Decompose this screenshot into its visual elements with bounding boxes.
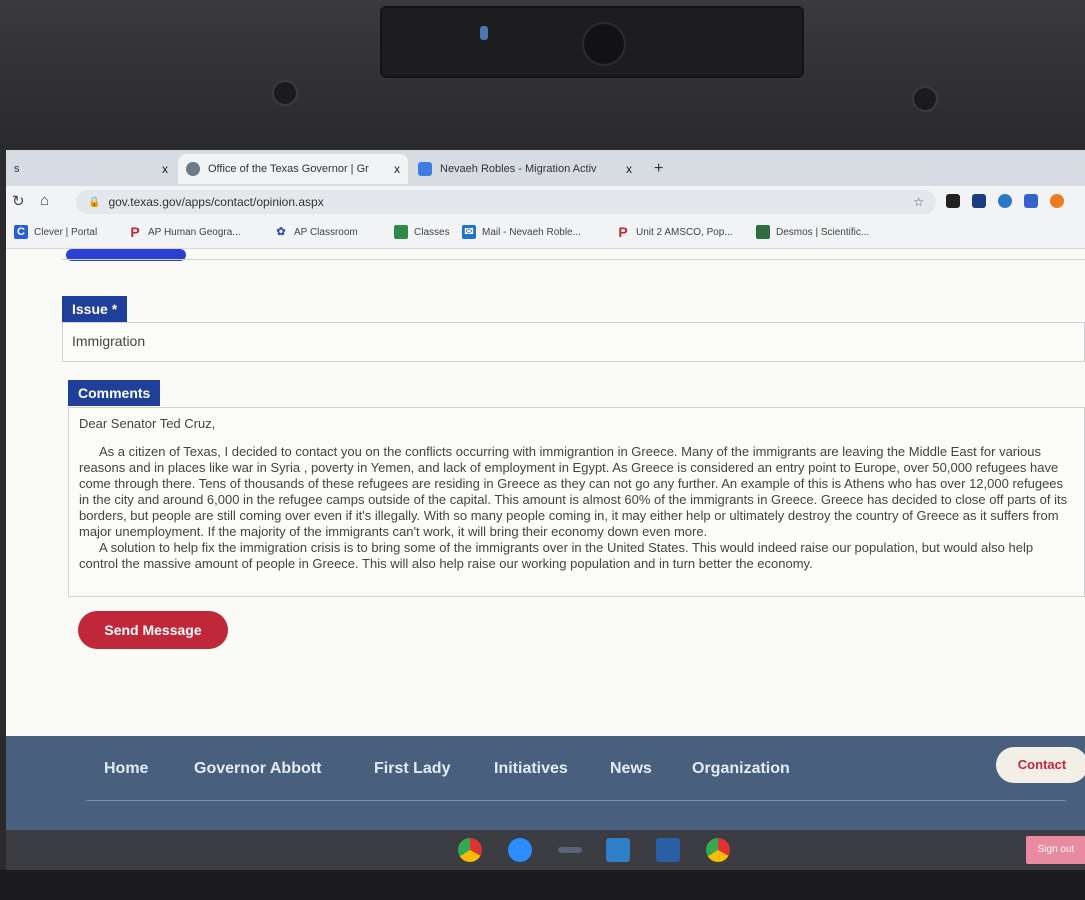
contact-button[interactable]: Contact [996,747,1085,783]
new-tab-button[interactable]: + [646,154,676,184]
globe-icon [186,162,200,176]
webcam-housing [380,6,804,78]
laptop-screen: s x Office of the Texas Governor | Gr x … [6,150,1085,830]
issue-value: Immigration [72,333,146,349]
tab-label: s [14,163,20,175]
url-text: gov.texas.gov/apps/contact/opinion.aspx [108,195,324,209]
footer-link-first-lady[interactable]: First Lady [374,760,450,778]
extension-icon[interactable] [972,194,986,208]
mail-icon: ✉ [462,225,476,239]
webcam-lens [582,22,626,66]
browser-tab-strip: s x Office of the Texas Governor | Gr x … [6,150,1085,186]
close-icon[interactable]: x [620,162,632,176]
tab-texas-governor[interactable]: Office of the Texas Governor | Gr x [178,154,408,184]
extension-icon[interactable] [946,194,960,208]
reload-icon[interactable]: ↻ [12,192,25,210]
p-icon: P [130,224,140,240]
laptop-bezel [0,0,1085,150]
bezel-screw-left [272,80,298,106]
star-icon[interactable]: ☆ [913,195,924,209]
bookmark-unit2-amsco[interactable]: P Unit 2 AMSCO, Pop... [616,224,732,240]
bookmark-mail[interactable]: ✉ Mail - Nevaeh Roble... [462,225,581,239]
ap-icon: ✿ [276,226,286,238]
home-icon[interactable]: ⌂ [40,192,49,209]
lock-icon: 🔒 [88,196,101,208]
divider [62,259,1085,260]
footer-link-initiatives[interactable]: Initiatives [494,760,568,778]
docs-icon [418,162,432,176]
extension-icon[interactable] [1050,194,1064,208]
app-icon[interactable] [656,838,680,862]
send-message-button[interactable]: Send Message [78,611,228,649]
mic-indicator [480,26,488,40]
issue-field[interactable] [62,322,1085,362]
site-footer: Home Governor Abbott First Lady Initiati… [6,736,1085,830]
clever-icon: C [14,225,28,239]
app-icon[interactable] [606,838,630,862]
sign-out-button[interactable]: Sign out [1026,836,1085,864]
os-shelf: Sign out [6,830,1085,870]
comments-label: Comments [68,380,161,406]
bookmarks-bar: C Clever | Portal P AP Human Geogra... ✿ AP… [6,218,1085,249]
footer-link-home[interactable]: Home [104,760,148,778]
minimize-icon[interactable] [558,847,582,853]
url-bar[interactable]: 🔒 gov.texas.gov/apps/contact/opinion.asp… [76,190,936,214]
comments-textarea[interactable]: Dear Senator Ted Cruz, As a citizen of T… [68,407,1085,597]
issue-label: Issue * [62,296,128,322]
footer-link-organization[interactable]: Organization [692,760,790,778]
classroom-icon [394,225,408,239]
chrome-icon[interactable] [706,838,730,862]
zoom-icon[interactable] [508,838,532,862]
comments-line: A solution to help fix the immigration c… [79,540,1034,571]
close-icon[interactable]: x [388,162,400,176]
bookmark-clever[interactable]: C Clever | Portal [14,225,97,239]
contact-form: Issue * Immigration Comments Dear Senato… [6,249,1085,736]
footer-divider [86,800,1066,801]
laptop-base [0,870,1085,900]
bookmark-ap-human-geography[interactable]: P AP Human Geogra... [128,224,240,240]
tab-label: Office of the Texas Governor | Gr [208,163,369,175]
address-bar-row: ↻ ⌂ 🔒 gov.texas.gov/apps/contact/opinion… [6,186,1085,218]
p-icon: P [618,224,628,240]
bookmark-desmos[interactable]: Desmos | Scientific... [756,225,869,239]
chrome-icon[interactable] [458,838,482,862]
comments-line: As a citizen of Texas, I decided to cont… [79,444,1068,539]
bookmark-ap-classroom[interactable]: ✿ AP Classroom [274,225,357,239]
extension-icon[interactable] [998,194,1012,208]
bookmark-classes[interactable]: Classes [394,225,450,239]
tab-migration-activity[interactable]: Nevaeh Robles - Migration Activ x [410,154,640,184]
tab-label: Nevaeh Robles - Migration Activ [440,163,597,175]
close-icon[interactable]: x [156,162,168,176]
tab-previous[interactable]: s x [6,154,176,184]
desmos-icon [756,225,770,239]
bezel-screw-right [912,86,938,112]
footer-link-governor-abbott[interactable]: Governor Abbott [194,760,321,778]
extension-icon[interactable] [1024,194,1038,208]
comments-line: Dear Senator Ted Cruz, [79,416,216,431]
footer-link-news[interactable]: News [610,760,652,778]
